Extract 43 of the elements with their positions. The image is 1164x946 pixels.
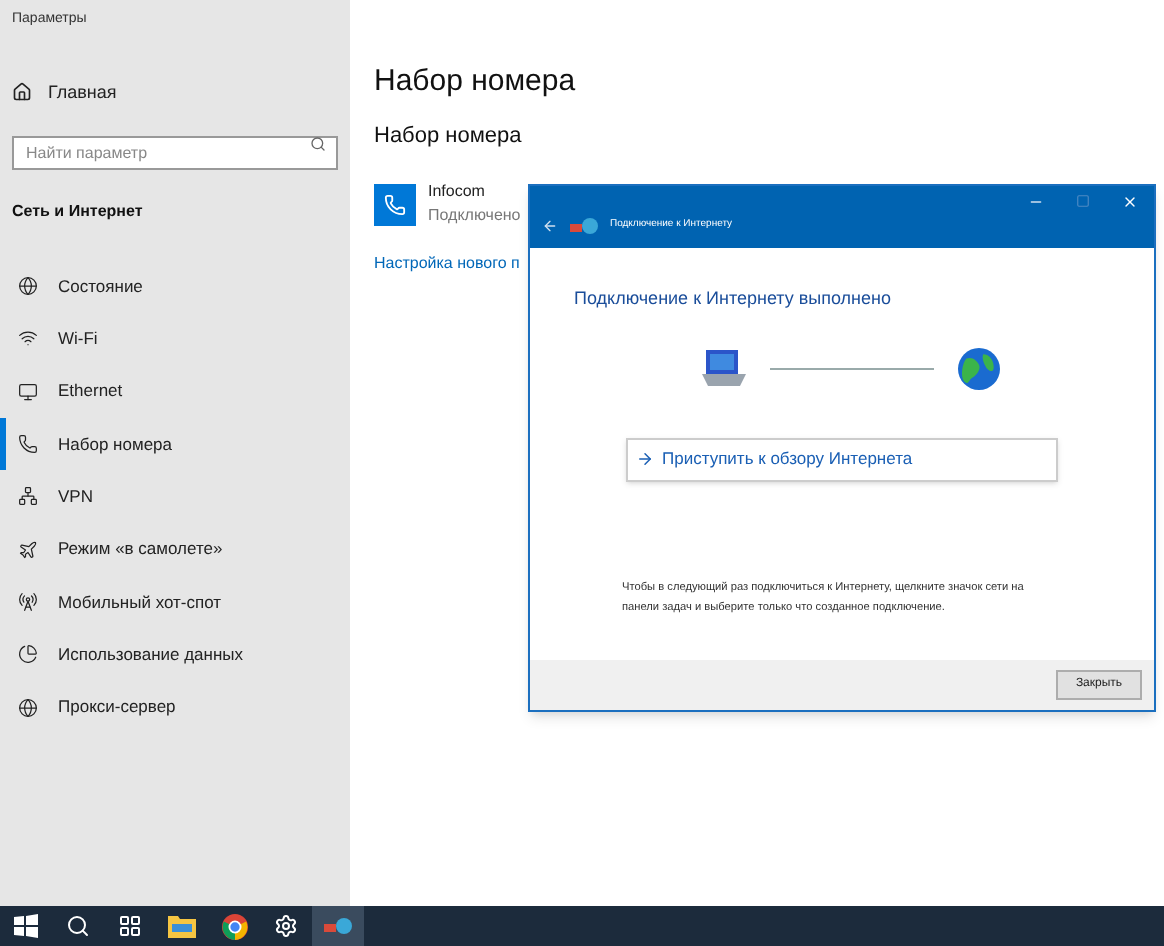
dialog-heading: Подключение к Интернету выполнено (574, 286, 892, 312)
connection-status: Подключено (428, 204, 521, 228)
browser-logo-icon (221, 913, 247, 939)
network-connection-icon (324, 916, 352, 936)
search-icon (310, 135, 326, 151)
nav-item[interactable]: Состояние (0, 260, 338, 313)
pie-chart-icon (18, 644, 38, 665)
nav-item[interactable]: VPN (0, 470, 338, 523)
search-icon (66, 914, 90, 938)
browse-internet-button[interactable]: Приступить к обзору Интернета (626, 437, 1058, 481)
network-connection-icon (570, 216, 598, 236)
antenna-icon (18, 591, 38, 612)
close-icon[interactable] (1122, 194, 1138, 210)
globe-icon (957, 347, 999, 389)
section-title: Набор номера (374, 121, 522, 151)
nav-item[interactable]: Режим «в самолете» (0, 522, 338, 576)
plane-icon (18, 539, 38, 560)
search-field[interactable]: Найти параметр (12, 136, 338, 170)
back-icon[interactable] (542, 218, 558, 234)
nav-item[interactable]: Мобильный хот-спот (0, 575, 338, 629)
phone-icon (384, 193, 406, 215)
nav-item[interactable]: Использование данных (0, 628, 338, 681)
setup-link[interactable]: Настройка нового п (374, 252, 520, 276)
arrow-icon (636, 450, 654, 468)
section-heading: Сеть и Интернет (12, 200, 143, 224)
nav-item[interactable]: Прокси-сервер (0, 680, 338, 734)
folder-icon (168, 914, 196, 938)
globe-icon (18, 697, 38, 718)
computer-icon (701, 350, 745, 386)
network-icon (18, 486, 38, 507)
connection-name: Infocom (428, 180, 487, 204)
globe-icon (18, 276, 38, 297)
phone-icon (18, 434, 38, 455)
nav-item[interactable]: Набор номера (0, 417, 338, 471)
nav-item[interactable]: Ethernet (0, 365, 338, 418)
nav-item[interactable]: Wi-Fi (0, 312, 338, 366)
task-view-icon (118, 914, 142, 938)
page-title: Набор номера (374, 62, 576, 102)
home-icon (12, 82, 32, 103)
home-link[interactable]: Главная (12, 79, 117, 106)
monitor-icon (18, 381, 38, 402)
settings-icon (274, 914, 298, 938)
windows-logo-icon (14, 914, 38, 938)
